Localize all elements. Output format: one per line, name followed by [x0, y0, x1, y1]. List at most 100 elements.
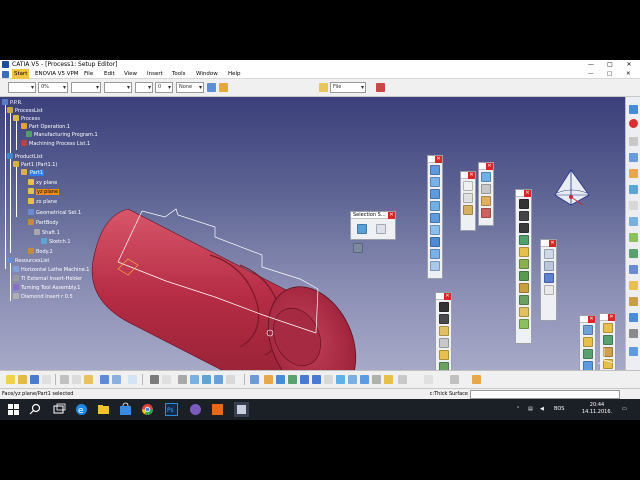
part-operation-tool-icon[interactable] — [629, 137, 638, 146]
exit-workbench-icon[interactable] — [629, 119, 638, 128]
feature-icon[interactable] — [629, 217, 638, 226]
redo-icon[interactable] — [112, 375, 121, 384]
paste-icon[interactable] — [84, 375, 93, 384]
tree-node[interactable]: xy plane — [28, 179, 57, 187]
new-icon[interactable] — [6, 375, 15, 384]
minimize-button[interactable]: — — [584, 60, 598, 69]
tree-node[interactable]: Body.2 — [28, 248, 53, 256]
measure-inertia-icon[interactable] — [202, 375, 211, 384]
ramp-recessing-icon[interactable] — [518, 307, 529, 317]
box-icon[interactable] — [430, 177, 440, 187]
machine-rotation-icon[interactable] — [481, 184, 491, 194]
replay-icon[interactable] — [438, 314, 449, 324]
tree-node[interactable]: Geometrical Set.1 — [28, 209, 81, 217]
zoom-out-icon[interactable] — [312, 375, 321, 384]
file-combo[interactable]: File — [330, 82, 366, 93]
creates-stock-icon[interactable] — [430, 237, 440, 247]
cube-icon[interactable] — [430, 165, 440, 175]
roughing-icon[interactable] — [518, 199, 529, 209]
close-button[interactable]: ✕ — [622, 60, 636, 69]
close-icon[interactable]: ✕ — [435, 156, 442, 163]
stock-tool-icon[interactable] — [629, 185, 638, 194]
close-icon[interactable]: ✕ — [444, 293, 451, 300]
tree-node[interactable]: P.P.R. — [2, 99, 23, 107]
tree-node-highlighted[interactable]: yz plane — [28, 188, 60, 196]
close-icon[interactable]: ✕ — [588, 316, 595, 323]
more-icon[interactable] — [629, 329, 638, 338]
measure-item-icon[interactable] — [190, 375, 199, 384]
tree-node[interactable]: TI External Insert-Holder — [13, 275, 82, 283]
task-view-icon[interactable] — [52, 402, 67, 417]
nc-code-icon[interactable] — [438, 338, 449, 348]
catia-taskbar-icon[interactable] — [234, 402, 249, 417]
tray-up-arrow-icon[interactable]: ⌃ — [516, 399, 520, 420]
menu-edit[interactable]: Edit — [104, 69, 115, 79]
3d-viewport[interactable]: P.P.R. ProcessList Process Part Operatio… — [0, 97, 625, 370]
menu-enovia[interactable]: ENOVIA V5 VPM — [35, 69, 79, 79]
save-icon[interactable] — [30, 375, 39, 384]
menu-start[interactable]: Start — [12, 69, 30, 79]
threading-icon[interactable] — [518, 259, 529, 269]
selection-set-icon[interactable] — [357, 224, 367, 234]
store-icon[interactable] — [118, 402, 133, 417]
menu-view[interactable]: View — [124, 69, 137, 79]
grooving-icon[interactable] — [518, 223, 529, 233]
tree-node[interactable]: Turning Tool Assembly.1 — [13, 284, 80, 292]
menu-tools[interactable]: Tools — [172, 69, 186, 79]
tree-node[interactable]: Process — [13, 115, 40, 123]
menu-help[interactable]: Help — [228, 69, 241, 79]
chrome-icon[interactable] — [140, 402, 155, 417]
compute-icon[interactable] — [582, 349, 593, 359]
open-icon[interactable] — [18, 375, 27, 384]
ramp-icon[interactable] — [518, 283, 529, 293]
network-icon[interactable]: ▤ — [528, 399, 533, 420]
tree-node[interactable]: Manufacturing Program.1 — [26, 131, 98, 139]
whats-this-icon[interactable] — [128, 375, 137, 384]
ramp-roughing-icon[interactable] — [518, 319, 529, 329]
offset-icon[interactable] — [430, 261, 440, 271]
undo-icon[interactable] — [100, 375, 109, 384]
close-icon[interactable]: ✕ — [524, 190, 531, 197]
options-icon[interactable] — [629, 313, 638, 322]
keyboard-language[interactable]: BOS — [554, 399, 564, 420]
zoom-in-icon[interactable] — [300, 375, 309, 384]
menu-window[interactable]: Window — [196, 69, 218, 79]
tree-node[interactable]: zx plane — [28, 198, 57, 206]
pan-icon[interactable] — [276, 375, 285, 384]
view-icon[interactable] — [602, 323, 613, 333]
design-tool-icon[interactable] — [629, 201, 638, 210]
doc-minimize-button[interactable]: — — [588, 69, 594, 79]
plane-tool-icon[interactable] — [463, 205, 473, 215]
transparency-combo[interactable]: 0% — [38, 82, 68, 93]
tree-node[interactable]: Diamond Insert r 0.5 — [13, 293, 73, 301]
close-icon[interactable]: ✕ — [608, 314, 615, 321]
media-player-icon[interactable] — [210, 402, 225, 417]
ground-icon[interactable] — [472, 375, 481, 384]
machine-tool-icon[interactable] — [629, 169, 638, 178]
create-multiview-icon[interactable] — [424, 375, 433, 384]
lighting-icon[interactable] — [450, 375, 459, 384]
copy-icon[interactable] — [72, 375, 81, 384]
fly-mode-icon[interactable] — [250, 375, 259, 384]
selection-list-icon[interactable] — [376, 224, 387, 234]
swap-visible-icon[interactable] — [372, 375, 381, 384]
dock-icon[interactable] — [629, 347, 638, 356]
formula-icon[interactable] — [150, 375, 159, 384]
open-folder-icon[interactable] — [319, 83, 328, 92]
tree-node[interactable]: Shaft.1 — [34, 229, 60, 237]
tool-change-icon[interactable] — [481, 172, 491, 182]
layer-name-combo[interactable]: None — [176, 82, 204, 93]
color-combo[interactable] — [8, 82, 36, 93]
close-icon[interactable]: ✕ — [468, 172, 475, 179]
insert-icon[interactable] — [543, 285, 554, 295]
groove-finishing-icon[interactable] — [518, 247, 529, 257]
selection-sets-caption[interactable]: Selection S... ✕ — [351, 212, 395, 219]
isometric-view-icon[interactable] — [336, 375, 345, 384]
tree-node[interactable]: Part Operation.1 — [21, 123, 70, 131]
normal-view-icon[interactable] — [324, 375, 333, 384]
doc-restore-button[interactable]: □ — [607, 69, 612, 79]
design-part-icon[interactable] — [430, 225, 440, 235]
transfer-icon[interactable] — [430, 249, 440, 259]
tree-node[interactable]: ProcessList — [7, 107, 43, 115]
thickness-combo[interactable] — [104, 82, 132, 93]
